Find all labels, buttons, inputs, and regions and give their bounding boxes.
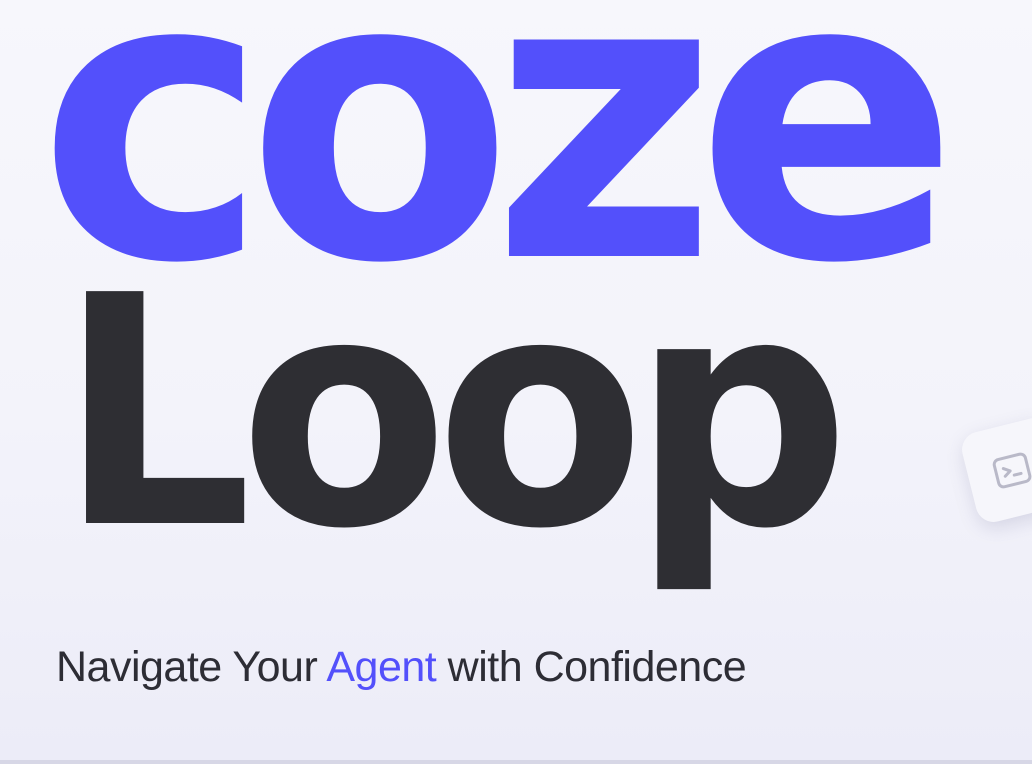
- logo-loop-wordmark: Loop: [58, 228, 850, 598]
- code-badge: [958, 414, 1032, 526]
- tagline-suffix: with Confidence: [436, 643, 747, 691]
- bottom-divider: [0, 760, 1032, 764]
- hero-canvas: coze Loop Navigate Your Agent with Confi…: [0, 0, 1032, 764]
- code-window-icon: [988, 446, 1032, 494]
- tagline-prefix: Navigate Your: [56, 643, 327, 691]
- tagline: Navigate Your Agent with Confidence: [56, 642, 747, 694]
- tagline-highlight: Agent: [326, 643, 437, 691]
